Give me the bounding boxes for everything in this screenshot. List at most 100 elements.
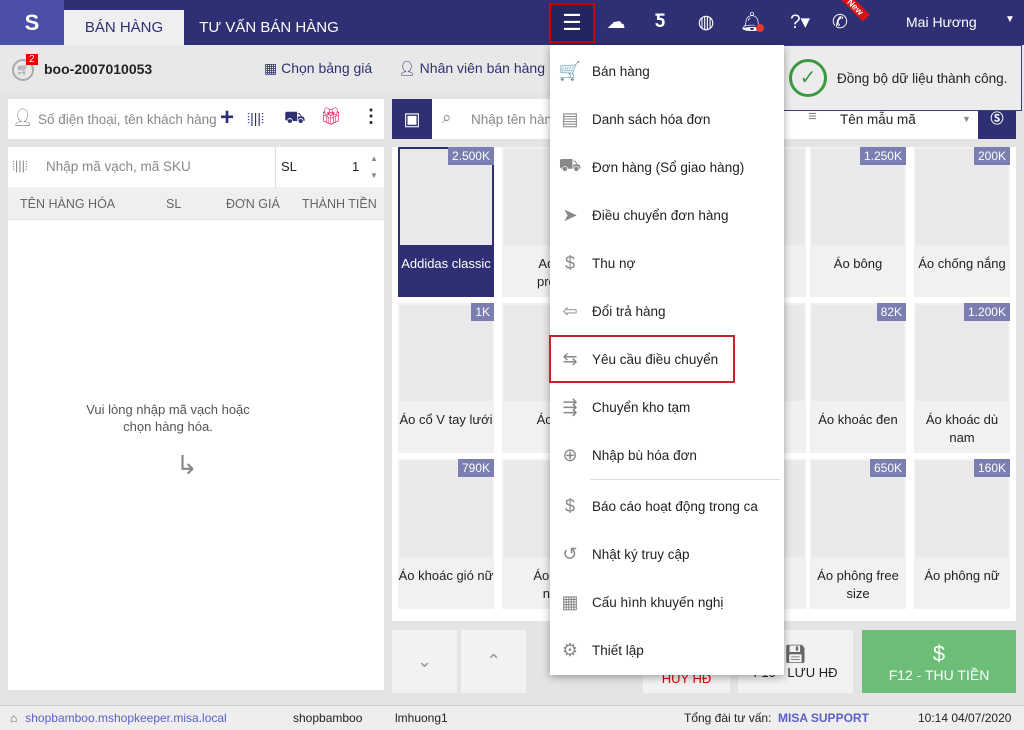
menu-item[interactable]: ⚙ Thiết lập [550,628,784,672]
product-tile[interactable]: 82K Áo khoác đen [810,303,906,453]
price-list-label: Chọn bảng giá [281,60,373,76]
more-options-icon[interactable]: ⋮ [362,106,380,127]
user-name[interactable]: Mai Hương [906,14,977,30]
menu-item[interactable]: ➤ Điều chuyển đơn hàng [550,193,784,237]
product-tile[interactable]: 1.250K Áo bông [810,147,906,297]
s-store-icon[interactable]: Ƽ [644,8,676,36]
menu-item-label: Nhập bù hóa đơn [592,447,697,463]
sales-staff-label: Nhân viên bán hàng [419,60,545,76]
promo-config-icon: ▦ [561,591,579,612]
bell-icon[interactable]: 🔔︎ [736,8,768,36]
order-code[interactable]: boo-2007010053 [44,61,152,77]
product-tile[interactable]: 2.500K Addidas classic [398,147,494,297]
product-search-input[interactable]: Nhập tên hàng [471,112,560,127]
menu-item-label: Nhật ký truy cập [592,546,690,562]
pay-label: F12 - THU TIỀN [888,666,990,683]
product-name: Áo chống nắng [918,256,1006,271]
status-bar: ⌂ shopbamboo.mshopkeeper.misa.local shop… [0,705,1024,730]
price-list-button[interactable]: ▦ Chọn bảng giá [264,60,372,77]
send-icon: ➤ [562,204,578,225]
menu-item[interactable]: ⛟ Đơn hàng (Sổ giao hàng) [550,145,784,189]
datetime: 10:14 04/07/2020 [918,711,1012,725]
tab-ban-hang[interactable]: BÁN HÀNG [64,10,184,45]
tab-tu-van-ban-hang[interactable]: TƯ VẤN BÁN HÀNG [184,10,354,45]
price-table-icon: ▦ [264,60,278,76]
delivery-truck-icon[interactable]: ⛟ [284,108,305,130]
logo-text: S [24,9,40,35]
scroll-up-button[interactable]: ⌃ [461,630,526,693]
pay-button[interactable]: $ F12 - THU TIỀN [862,630,1016,693]
save-icon: 💾︎ [784,643,807,664]
col-qty: SL [166,197,182,211]
menu-item-label: Bán hàng [592,63,650,79]
product-tile[interactable]: 790K Áo khoác gió nữ [398,459,494,609]
main-menu-button[interactable]: ☰ [549,3,595,43]
product-tile[interactable]: 650K Áo phông free size [810,459,906,609]
hotline-label: Tổng đài tư vấn: [684,711,772,725]
warehouse-icon: ⇶ [562,396,578,417]
user-dropdown-icon[interactable]: ▼ [1005,14,1015,25]
menu-item[interactable]: ▦ Cấu hình khuyến nghị [550,580,784,624]
phone-icon[interactable]: ✆ [824,8,856,36]
product-name: Áo bông [833,256,883,271]
server-url[interactable]: shopbamboo.mshopkeeper.misa.local [25,711,226,725]
globe-icon[interactable]: ◍ [690,8,722,36]
product-price: 1.250K [859,147,906,165]
qty-stepper[interactable]: ▲ ▼ [370,150,378,184]
product-tile[interactable]: 160K Áo phông nữ [914,459,1010,609]
history-icon: ↺ [562,543,578,564]
col-product-name: TÊN HÀNG HÓA [20,197,116,211]
product-price: 790K [457,459,494,477]
product-tile[interactable]: 1.200K Áo khoác dù nam [914,303,1010,453]
login-user: lmhuong1 [395,711,448,725]
menu-item-label: Báo cáo hoạt động trong ca [592,498,758,514]
scan-member-icon[interactable]: ⦙|||⦙ [247,110,264,127]
sort-dropdown-icon[interactable]: ▼ [962,114,971,124]
search-icon: ⌕ [442,108,452,127]
gear-icon: ⚙ [561,639,579,660]
sync-success-toast: ✓ Đồng bộ dữ liệu thành công. [774,45,1022,111]
check-circle-icon: ✓ [789,59,827,97]
menu-item[interactable]: $ Thu nợ [550,241,784,285]
misa-support-link[interactable]: MISA SUPPORT [778,711,869,725]
menu-item[interactable]: ⊕ Nhập bù hóa đơn [550,433,784,477]
product-price: 160K [973,459,1010,477]
report-icon: $ [564,495,575,516]
menu-item[interactable]: $ Báo cáo hoạt động trong ca [550,484,784,528]
cloud-sync-icon[interactable]: ☁ [600,8,632,36]
menu-item-label: Thiết lập [592,642,644,658]
customer-search-input[interactable]: Số điện thoại, tên khách hàng [38,112,217,127]
menu-item-label: Thu nợ [592,255,636,271]
return-icon: ⇦ [562,300,578,321]
barcode-input[interactable]: Nhập mã vạch, mã SKU [46,159,191,174]
menu-item[interactable]: ⇦ Đổi trả hàng [550,289,784,333]
menu-item-label: Điều chuyển đơn hàng [592,207,729,223]
menu-item[interactable]: ↺ Nhật ký truy cập [550,532,784,576]
menu-item[interactable]: ▤ Danh sách hóa đơn [550,97,784,141]
gift-icon[interactable]: 🎁︎ [320,107,342,127]
document-icon: ▤ [561,108,579,129]
col-total: THÀNH TIỀN [302,197,377,211]
help-icon[interactable]: ?▾ [780,8,820,36]
sales-staff-button[interactable]: 👤︎ Nhân viên bán hàng [398,60,545,77]
cart-count-badge: 2 [26,54,38,65]
scroll-down-button[interactable]: ⌄ [392,630,457,693]
staff-icon: 👤︎ [398,60,416,76]
product-price: 2.500K [447,147,494,165]
category-toggle-icon[interactable]: ▣ [392,99,432,139]
shop-name: shopbamboo [293,711,363,725]
menu-item[interactable]: 🛒 Bán hàng [550,49,784,93]
add-customer-icon[interactable]: + [220,104,234,132]
qty-input[interactable]: 1 [352,159,359,174]
home-icon: ⌂ [10,711,18,725]
app-logo[interactable]: S [0,0,64,45]
barcode-icon: ⦙|||⦙ [12,158,28,173]
product-price: 1.200K [963,303,1010,321]
product-tile[interactable]: 200K Áo chống nắng [914,147,1010,297]
sort-select[interactable]: Tên mẫu mã [840,112,916,127]
person-icon: 👤︎ [12,108,34,127]
product-tile[interactable]: 1K Áo cổ V tay lưới [398,303,494,453]
menu-item[interactable]: ⇶ Chuyển kho tạm [550,385,784,429]
add-invoice-icon: ⊕ [562,444,578,465]
product-name: Áo cổ V tay lưới [399,412,493,427]
